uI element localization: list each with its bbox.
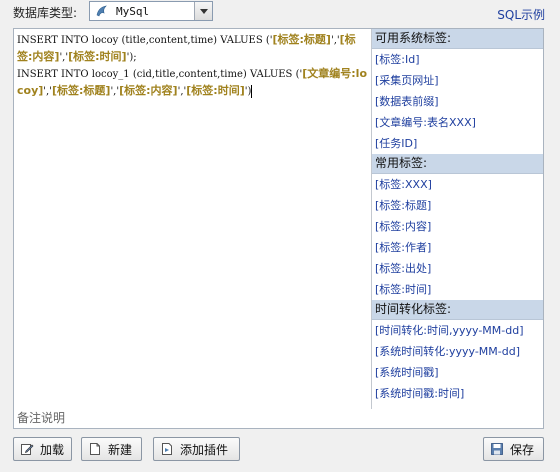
tag-item[interactable]: [标签:XXX] <box>372 174 543 195</box>
chevron-down-icon[interactable] <box>194 2 212 20</box>
db-type-value: MySql <box>116 4 150 18</box>
group-header-system-tags: 可用系统标签: <box>372 29 543 49</box>
mysql-dolphin-icon <box>94 3 110 19</box>
tag-panel: 可用系统标签: [标签:Id] [采集页网址] [数据表前缀] [文章编号:表名… <box>372 29 543 409</box>
tag-item[interactable]: [数据表前缀] <box>372 91 543 112</box>
tag-item[interactable]: [标签:时间] <box>372 279 543 300</box>
tag-item[interactable]: [标签:出处] <box>372 258 543 279</box>
db-type-label: 数据库类型: <box>13 6 78 20</box>
tag-item[interactable]: [系统时间戳] <box>372 362 543 383</box>
edit-icon <box>20 442 34 456</box>
tag-item[interactable]: [文章编号:表名XXX] <box>372 112 543 133</box>
toolbar: 数据库类型: MySql SQL示例 <box>0 0 560 24</box>
sql-editor[interactable]: INSERT INTO locoy (title,content,time) V… <box>14 29 372 409</box>
tag-item[interactable]: [采集页网址] <box>372 70 543 91</box>
remark-input[interactable]: 备注说明 <box>13 409 544 429</box>
save-button[interactable]: 保存 <box>483 437 544 461</box>
tag-item[interactable]: [任务ID] <box>372 133 543 154</box>
load-button[interactable]: 加载 <box>13 437 72 461</box>
tag-item[interactable]: [标签:标题] <box>372 195 543 216</box>
db-type-select[interactable]: MySql <box>89 1 213 21</box>
add-plugin-button[interactable]: 添加插件 <box>153 437 240 461</box>
tag-item[interactable]: [系统时间戳:时间] <box>372 383 543 404</box>
editor-frame: INSERT INTO locoy (title,content,time) V… <box>13 28 544 410</box>
group-header-common-tags: 常用标签: <box>372 154 543 174</box>
save-disk-icon <box>490 442 504 456</box>
text-caret <box>251 85 253 98</box>
tag-item[interactable]: [标签:Id] <box>372 49 543 70</box>
plugin-document-icon <box>160 442 174 456</box>
tag-item[interactable]: [标签:作者] <box>372 237 543 258</box>
sql-text: INSERT INTO locoy (title,content,time) V… <box>17 33 368 98</box>
tag-item[interactable]: [标签:内容] <box>372 216 543 237</box>
new-document-icon <box>88 442 102 456</box>
new-button[interactable]: 新建 <box>81 437 142 461</box>
group-header-time-tags: 时间转化标签: <box>372 300 543 320</box>
sql-example-link[interactable]: SQL示例 <box>497 6 545 23</box>
tag-item[interactable]: [系统时间转化:yyyy-MM-dd] <box>372 341 543 362</box>
tag-item[interactable]: [时间转化:时间,yyyy-MM-dd] <box>372 320 543 341</box>
